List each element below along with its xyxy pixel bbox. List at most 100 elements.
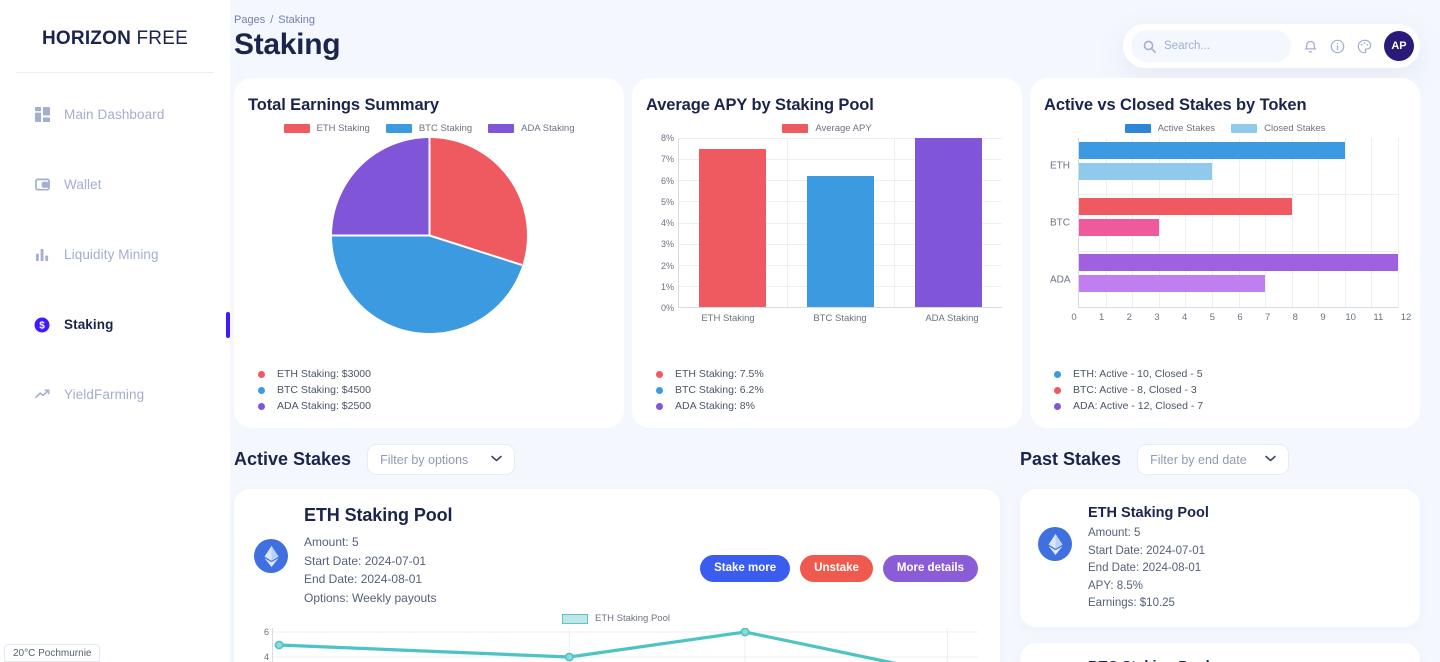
stake-card-info: ETH Staking Pool Amount: 5 Start Date: 2… — [304, 505, 684, 607]
legend-item[interactable]: BTC Staking — [385, 123, 472, 134]
stake-card-actions: Stake more Unstake More details — [700, 554, 978, 582]
gridline — [1291, 138, 1293, 307]
sidebar-item-label: YieldFarming — [64, 387, 145, 402]
bar-btc-active[interactable] — [1079, 198, 1292, 215]
past-stake-card-eth[interactable]: ETH Staking Pool Amount: 5 Start Date: 2… — [1020, 489, 1420, 627]
bullet-icon — [258, 370, 265, 378]
list-item-label: BTC Staking: $4500 — [277, 384, 371, 396]
ethereum-coin-icon — [254, 539, 288, 573]
stake-start-date: Start Date: 2024-07-01 — [304, 553, 427, 568]
card-title: Active vs Closed Stakes by Token — [1044, 96, 1307, 114]
stake-pool-name: ETH Staking Pool — [304, 505, 453, 525]
x-axis-labels: 0 1 2 3 4 5 6 7 8 9 10 11 12 — [1071, 312, 1411, 328]
stakes-summary-list: ETH: Active - 10, Closed - 5 BTC: Active… — [1054, 366, 1203, 414]
pie-slices — [331, 138, 527, 333]
legend-item[interactable]: ETH Staking — [283, 123, 370, 134]
bar-btc-staking[interactable] — [807, 176, 874, 307]
sidebar-item-main-dashboard[interactable]: Main Dashboard — [0, 97, 230, 132]
y-tick: 0% — [660, 303, 674, 313]
svg-text:$: $ — [39, 320, 45, 331]
breadcrumb-parent[interactable]: Pages — [234, 14, 265, 26]
nav-gap — [0, 342, 230, 377]
gridline — [1371, 138, 1373, 307]
search-box[interactable] — [1131, 30, 1291, 62]
sidebar-item-liquidity-mining[interactable]: Liquidity Mining — [0, 237, 230, 272]
past-stake-card-btc[interactable]: ₿ BTC Staking Pool — [1020, 642, 1420, 662]
bar-ada-closed[interactable] — [1079, 275, 1266, 292]
trending-up-icon — [34, 387, 50, 403]
y-tick: 6 — [263, 626, 269, 637]
info-icon[interactable] — [1330, 39, 1345, 54]
x-tick: 4 — [1181, 312, 1188, 323]
legend-item[interactable]: Closed Stakes — [1231, 123, 1325, 134]
legend-item[interactable]: Average APY — [782, 123, 872, 134]
stake-start-date: Start Date: 2024-07-01 — [1088, 544, 1205, 557]
list-item: ETH Staking: $3000 — [258, 366, 371, 382]
legend-item[interactable]: ADA Staking — [488, 123, 575, 134]
sidebar-item-staking[interactable]: $ Staking — [0, 307, 230, 342]
sidebar-item-wallet[interactable]: Wallet — [0, 167, 230, 202]
bullet-icon — [656, 402, 663, 410]
sidebar-item-yieldfarming[interactable]: YieldFarming — [0, 377, 230, 412]
bar-column — [786, 138, 895, 307]
bar-btc-closed[interactable] — [1079, 219, 1159, 236]
bar-columns — [679, 138, 1002, 307]
plot-area — [1078, 138, 1399, 308]
x-tick: ADA Staking — [925, 313, 979, 324]
brand-light: FREE — [136, 28, 188, 49]
x-tick: 8 — [1292, 312, 1298, 323]
x-tick: 12 — [1400, 312, 1412, 323]
y-tick: 8% — [660, 133, 674, 143]
stake-end-date: End Date: 2024-08-01 — [1088, 562, 1202, 574]
section-title: Past Stakes — [1020, 449, 1122, 469]
legend-label: ADA Staking — [521, 123, 575, 134]
wallet-icon — [34, 177, 50, 193]
stake-pool-name: BTC Staking Pool — [1088, 659, 1210, 662]
sidebar-item-label: Liquidity Mining — [64, 247, 159, 262]
y-tick: 7% — [660, 154, 674, 165]
list-item: BTC Staking: 6.2% — [656, 382, 764, 398]
list-item-label: ETH Staking: $3000 — [277, 368, 371, 380]
more-details-button[interactable]: More details — [882, 554, 978, 582]
y-tick: 5% — [660, 196, 674, 207]
y-axis: 8% 7% 6% 5% 4% 3% 2% 1% 0% — [652, 133, 678, 313]
bar-eth-closed[interactable] — [1079, 163, 1212, 180]
y-tick: BTC — [1050, 217, 1070, 229]
active-stake-card-eth[interactable]: ETH Staking Pool Amount: 5 Start Date: 2… — [234, 489, 1000, 662]
legend-swatch-icon — [782, 124, 809, 133]
active-stakes-filter-dropdown[interactable]: Filter by options — [367, 444, 516, 475]
top-bar: Pages / Staking Staking AP — [234, 0, 1420, 68]
line-chart-legend: ETH Staking Pool — [254, 613, 978, 624]
legend-swatch-icon — [1231, 124, 1258, 133]
bar-eth-staking[interactable] — [699, 148, 767, 307]
nav-gap — [0, 202, 230, 237]
bullet-icon — [1054, 370, 1061, 378]
legend-item[interactable]: Active Stakes — [1124, 123, 1215, 134]
bell-icon[interactable] — [1303, 39, 1318, 54]
bar-ada-staking[interactable] — [914, 138, 982, 307]
card-average-apy: Average APY by Staking Pool Average APY … — [632, 78, 1022, 428]
sidebar-item-label: Staking — [64, 317, 114, 332]
weather-widget[interactable]: 20°C Pochmurnie — [4, 644, 101, 662]
legend-swatch-icon — [1124, 124, 1151, 133]
legend-swatch-icon — [385, 124, 412, 133]
weather-label: 20°C Pochmurnie — [13, 648, 92, 659]
unstake-button[interactable]: Unstake — [800, 554, 873, 582]
list-item-label: ETH: Active - 10, Closed - 5 — [1073, 368, 1203, 380]
stake-more-button[interactable]: Stake more — [700, 554, 791, 582]
past-stakes-filter-dropdown[interactable]: Filter by end date — [1137, 444, 1289, 475]
bar-eth-active[interactable] — [1079, 142, 1345, 159]
y-axis: 6 4 — [254, 626, 272, 662]
list-item: BTC Staking: $4500 — [258, 382, 371, 398]
plot-area — [678, 138, 1002, 308]
card-title: Average APY by Staking Pool — [646, 96, 874, 114]
theme-palette-icon[interactable] — [1357, 39, 1372, 54]
legend-label: Closed Stakes — [1264, 123, 1326, 134]
x-axis-labels: ETH Staking BTC Staking ADA Staking — [672, 313, 1008, 324]
search-input[interactable] — [1164, 40, 1274, 52]
avatar[interactable]: AP — [1384, 31, 1414, 61]
list-item-label: ETH Staking: 7.5% — [675, 368, 764, 380]
apy-chart-legend: Average APY — [646, 123, 1008, 134]
list-item: ADA Staking: 8% — [656, 398, 764, 414]
bar-ada-active[interactable] — [1079, 254, 1398, 271]
